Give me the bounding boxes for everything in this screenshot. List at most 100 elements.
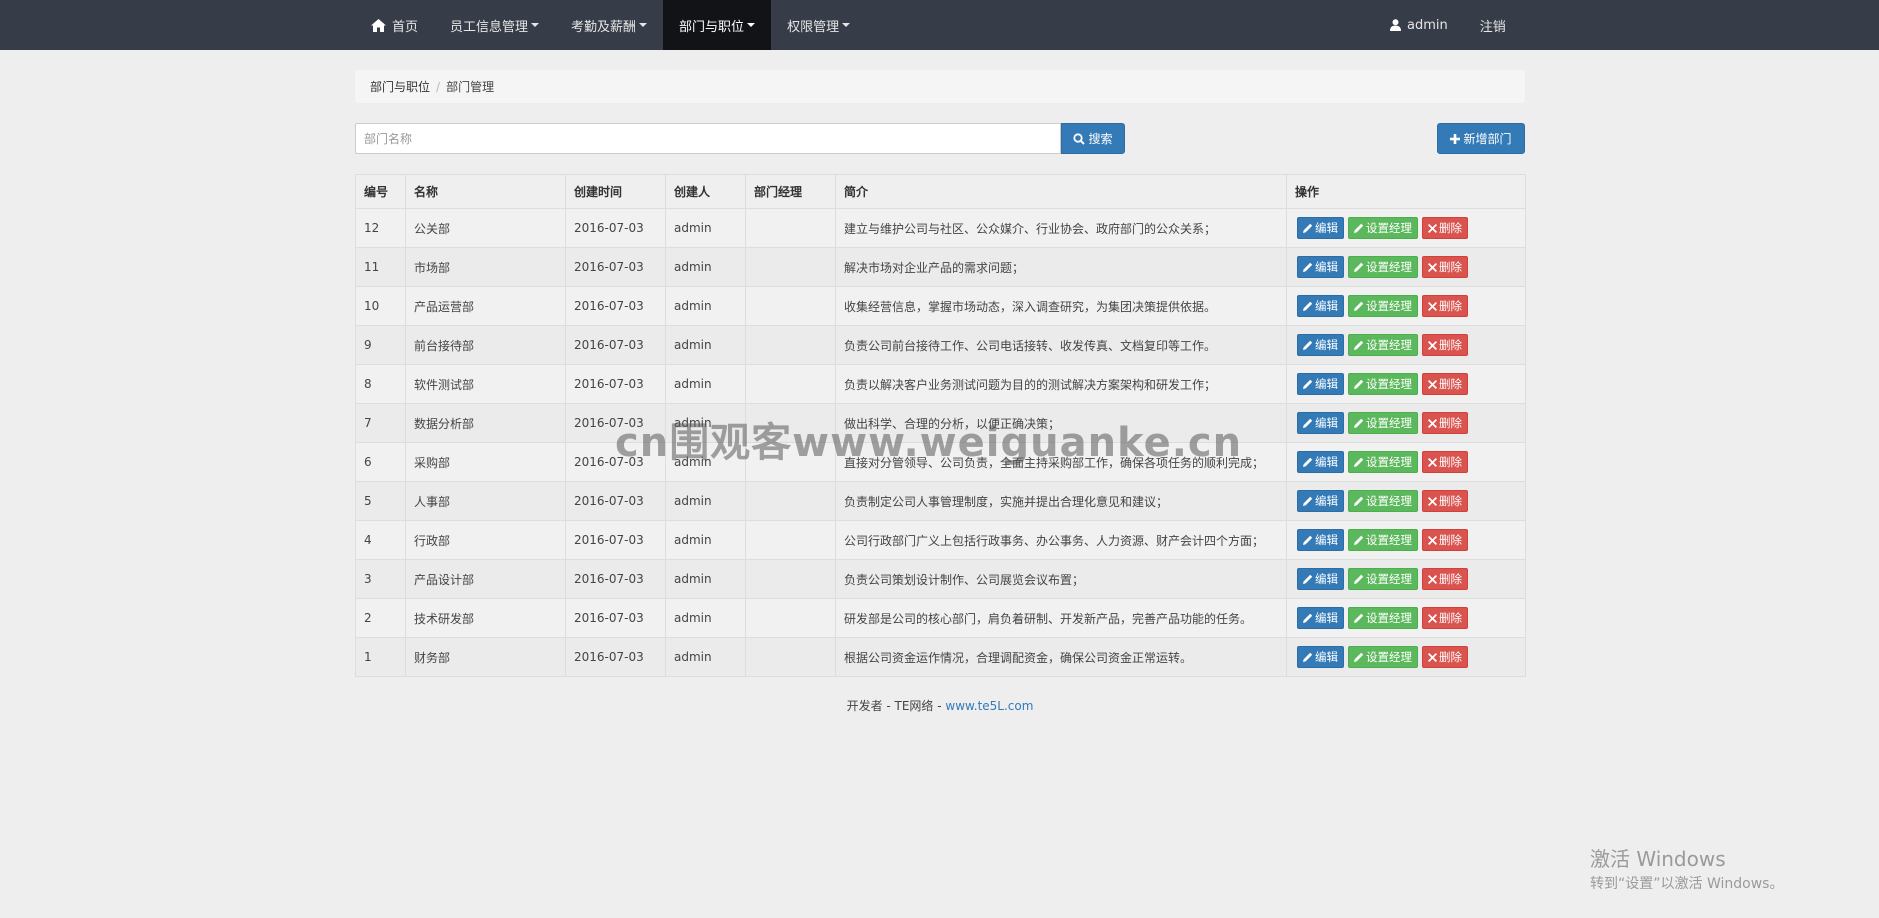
delete-label: 删除 bbox=[1439, 416, 1462, 430]
pencil-icon bbox=[1303, 262, 1313, 272]
delete-button[interactable]: 删除 bbox=[1422, 529, 1468, 551]
edit-label: 编辑 bbox=[1315, 338, 1338, 352]
edit-button[interactable]: 编辑 bbox=[1297, 334, 1344, 356]
set-manager-button[interactable]: 设置经理 bbox=[1348, 334, 1418, 356]
footer-text: 开发者 - TE网络 - bbox=[846, 699, 946, 713]
set-manager-button[interactable]: 设置经理 bbox=[1348, 646, 1418, 668]
breadcrumb-separator: / bbox=[436, 79, 441, 94]
set-manager-button[interactable]: 设置经理 bbox=[1348, 373, 1418, 395]
edit-button[interactable]: 编辑 bbox=[1297, 568, 1344, 590]
department-search-input[interactable] bbox=[355, 123, 1061, 154]
table-row: 2 技术研发部 2016-07-03 admin 研发部是公司的核心部门，肩负着研制、开… bbox=[355, 598, 1526, 638]
delete-label: 删除 bbox=[1439, 377, 1462, 391]
delete-label: 删除 bbox=[1439, 299, 1462, 313]
delete-button[interactable]: 删除 bbox=[1422, 295, 1468, 317]
edit-button[interactable]: 编辑 bbox=[1297, 451, 1344, 473]
cell-id: 4 bbox=[355, 520, 406, 560]
cell-actions: 编辑 设置经理 删除 bbox=[1286, 325, 1526, 365]
set-manager-button[interactable]: 设置经理 bbox=[1348, 451, 1418, 473]
delete-button[interactable]: 删除 bbox=[1422, 490, 1468, 512]
caret-down-icon bbox=[842, 23, 851, 27]
table-row: 1 财务部 2016-07-03 admin 根据公司资金运作情况，合理调配资金，确保公… bbox=[355, 637, 1526, 677]
add-department-button[interactable]: 新增部门 bbox=[1437, 123, 1525, 154]
set-manager-label: 设置经理 bbox=[1366, 533, 1412, 547]
pencil-icon bbox=[1303, 223, 1313, 233]
cell-created: 2016-07-03 bbox=[565, 208, 666, 248]
table-row: 12 公关部 2016-07-03 admin 建立与维护公司与社区、公众媒介、行业协会… bbox=[355, 208, 1526, 248]
breadcrumb-parent[interactable]: 部门与职位 bbox=[370, 78, 430, 95]
edit-label: 编辑 bbox=[1315, 221, 1338, 235]
nav-employee-info[interactable]: 员工信息管理 bbox=[434, 0, 555, 50]
delete-button[interactable]: 删除 bbox=[1422, 256, 1468, 278]
nav-user[interactable]: admin bbox=[1374, 0, 1464, 50]
cell-creator: admin bbox=[665, 481, 746, 521]
nav-logout[interactable]: 注销 bbox=[1464, 0, 1522, 50]
set-manager-button[interactable]: 设置经理 bbox=[1348, 217, 1418, 239]
cell-name: 采购部 bbox=[405, 442, 566, 482]
edit-button[interactable]: 编辑 bbox=[1297, 646, 1344, 668]
breadcrumb-current: 部门管理 bbox=[446, 80, 495, 94]
times-icon bbox=[1428, 574, 1437, 584]
footer-link[interactable]: www.te5L.com bbox=[945, 699, 1033, 713]
cell-actions: 编辑 设置经理 删除 bbox=[1286, 247, 1526, 287]
edit-button[interactable]: 编辑 bbox=[1297, 217, 1344, 239]
edit-label: 编辑 bbox=[1315, 572, 1338, 586]
caret-down-icon bbox=[531, 23, 540, 27]
pencil-icon bbox=[1303, 301, 1313, 311]
cell-creator: admin bbox=[665, 364, 746, 404]
set-manager-label: 设置经理 bbox=[1366, 572, 1412, 586]
delete-button[interactable]: 删除 bbox=[1422, 607, 1468, 629]
set-manager-label: 设置经理 bbox=[1366, 611, 1412, 625]
edit-label: 编辑 bbox=[1315, 416, 1338, 430]
set-manager-button[interactable]: 设置经理 bbox=[1348, 490, 1418, 512]
pencil-icon bbox=[1354, 535, 1364, 545]
cell-id: 8 bbox=[355, 364, 406, 404]
caret-down-icon bbox=[747, 23, 756, 27]
cell-intro: 根据公司资金运作情况，合理调配资金，确保公司资金正常运转。 bbox=[835, 637, 1287, 677]
set-manager-button[interactable]: 设置经理 bbox=[1348, 412, 1418, 434]
edit-label: 编辑 bbox=[1315, 494, 1338, 508]
edit-button[interactable]: 编辑 bbox=[1297, 373, 1344, 395]
cell-created: 2016-07-03 bbox=[565, 598, 666, 638]
table-header-row: 编号 名称 创建时间 创建人 部门经理 简介 操作 bbox=[355, 174, 1526, 209]
set-manager-button[interactable]: 设置经理 bbox=[1348, 568, 1418, 590]
cell-actions: 编辑 设置经理 删除 bbox=[1286, 598, 1526, 638]
times-icon bbox=[1428, 340, 1437, 350]
table-row: 9 前台接待部 2016-07-03 admin 负责公司前台接待工作、公司电话接转、收… bbox=[355, 325, 1526, 365]
delete-button[interactable]: 删除 bbox=[1422, 646, 1468, 668]
delete-label: 删除 bbox=[1439, 494, 1462, 508]
delete-button[interactable]: 删除 bbox=[1422, 217, 1468, 239]
edit-button[interactable]: 编辑 bbox=[1297, 490, 1344, 512]
breadcrumb: 部门与职位 / 部门管理 bbox=[355, 70, 1525, 103]
set-manager-button[interactable]: 设置经理 bbox=[1348, 529, 1418, 551]
nav-dept-position[interactable]: 部门与职位 bbox=[663, 0, 772, 50]
column-header-actions: 操作 bbox=[1286, 174, 1526, 209]
set-manager-button[interactable]: 设置经理 bbox=[1348, 607, 1418, 629]
set-manager-button[interactable]: 设置经理 bbox=[1348, 256, 1418, 278]
search-button[interactable]: 搜索 bbox=[1061, 123, 1125, 154]
delete-button[interactable]: 删除 bbox=[1422, 451, 1468, 473]
delete-button[interactable]: 删除 bbox=[1422, 568, 1468, 590]
pencil-icon bbox=[1354, 457, 1364, 467]
set-manager-button[interactable]: 设置经理 bbox=[1348, 295, 1418, 317]
edit-button[interactable]: 编辑 bbox=[1297, 529, 1344, 551]
table-row: 10 产品运营部 2016-07-03 admin 收集经营信息，掌握市场动态，深入调查… bbox=[355, 286, 1526, 326]
column-header-creator: 创建人 bbox=[665, 174, 746, 209]
cell-created: 2016-07-03 bbox=[565, 559, 666, 599]
cell-manager bbox=[745, 598, 836, 638]
delete-button[interactable]: 删除 bbox=[1422, 412, 1468, 434]
cell-creator: admin bbox=[665, 598, 746, 638]
table-row: 3 产品设计部 2016-07-03 admin 负责公司策划设计制作、公司展览会议布置… bbox=[355, 559, 1526, 599]
edit-button[interactable]: 编辑 bbox=[1297, 607, 1344, 629]
nav-permissions[interactable]: 权限管理 bbox=[771, 0, 866, 50]
delete-label: 删除 bbox=[1439, 455, 1462, 469]
edit-button[interactable]: 编辑 bbox=[1297, 412, 1344, 434]
delete-button[interactable]: 删除 bbox=[1422, 334, 1468, 356]
edit-button[interactable]: 编辑 bbox=[1297, 256, 1344, 278]
nav-attendance-salary[interactable]: 考勤及薪酬 bbox=[555, 0, 663, 50]
cell-actions: 编辑 设置经理 删除 bbox=[1286, 481, 1526, 521]
nav-home[interactable]: 首页 bbox=[355, 0, 434, 50]
delete-button[interactable]: 删除 bbox=[1422, 373, 1468, 395]
pencil-icon bbox=[1303, 496, 1313, 506]
edit-button[interactable]: 编辑 bbox=[1297, 295, 1344, 317]
